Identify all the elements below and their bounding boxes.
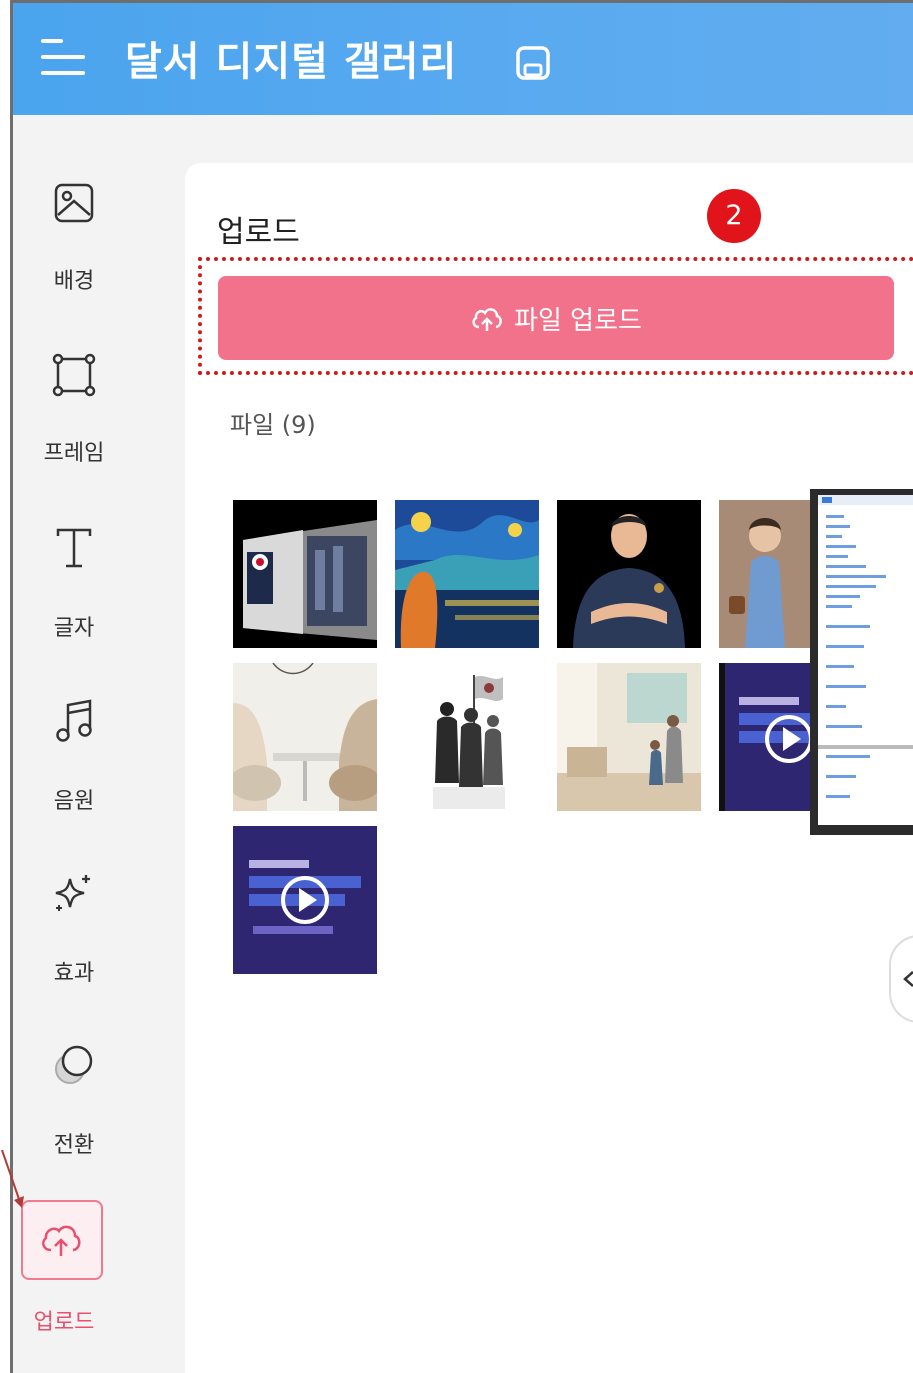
file-thumbnail[interactable] — [233, 500, 377, 648]
step-badge: 2 — [707, 189, 761, 243]
people-at-table-image — [233, 663, 377, 811]
app-header: 달서 디지털 갤러리 — [13, 3, 913, 115]
frame-icon — [52, 353, 96, 397]
family-room-image — [557, 663, 701, 811]
sidebar-item-text[interactable]: 글자 — [13, 520, 135, 641]
sidebar-item-label: 배경 — [53, 269, 95, 294]
window-preview — [810, 489, 913, 835]
collapse-panel-button[interactable] — [889, 935, 913, 1023]
video-thumbnail[interactable] — [719, 663, 811, 811]
purple-video-image — [233, 826, 377, 974]
sidebar: 배경 프레임 글자 음원 효과 전환 업로드 — [13, 115, 135, 1373]
sidebar-item-label: 업로드 — [33, 1310, 95, 1335]
save-icon[interactable] — [513, 43, 553, 83]
purple-video-image — [719, 663, 811, 811]
file-thumbnail[interactable] — [395, 663, 539, 811]
sidebar-item-music[interactable]: 음원 — [13, 693, 135, 814]
panel-gutter — [135, 115, 185, 1373]
man-portrait-image — [557, 500, 701, 648]
file-thumbnail[interactable] — [557, 663, 701, 811]
sidebar-item-effect[interactable]: 효과 — [13, 865, 135, 986]
starry-night-image — [395, 500, 539, 648]
annotation-arrow — [1, 1150, 24, 1208]
soldier-silhouettes-image — [395, 663, 539, 811]
file-count: 파일 (9) — [230, 411, 316, 439]
file-list-image — [818, 495, 913, 825]
text-icon — [56, 528, 92, 568]
music-icon — [56, 699, 92, 742]
sparkle-icon — [55, 875, 90, 911]
sidebar-item-upload[interactable]: 업로드 — [13, 1200, 135, 1350]
app-window: 달서 디지털 갤러리 배경 프레임 글자 음원 효과 전환 업로드 업로드 2 … — [10, 0, 913, 1373]
menu-icon[interactable] — [41, 37, 85, 77]
image-icon — [54, 183, 94, 223]
sidebar-item-background[interactable]: 배경 — [13, 175, 135, 295]
app-title: 달서 디지털 갤러리 — [125, 39, 458, 85]
file-upload-button[interactable]: 파일 업로드 — [218, 276, 894, 360]
sidebar-item-label: 프레임 — [43, 441, 105, 466]
panel-title: 업로드 — [217, 215, 300, 250]
sidebar-item-label: 음원 — [53, 789, 95, 814]
sidebar-item-label: 효과 — [53, 961, 95, 986]
cloud-upload-icon — [42, 1225, 81, 1256]
sidebar-item-frame[interactable]: 프레임 — [13, 347, 135, 467]
cloud-upload-icon — [472, 308, 502, 331]
video-thumbnail[interactable] — [233, 826, 377, 974]
child-portrait-image — [719, 500, 811, 648]
sidebar-item-transition[interactable]: 전환 — [13, 1037, 135, 1158]
file-thumbnail[interactable] — [395, 500, 539, 648]
transition-icon — [55, 1045, 93, 1084]
upload-panel: 업로드 2 파일 업로드 파일 (9) — [185, 163, 913, 1373]
file-thumbnail[interactable] — [557, 500, 701, 648]
file-explorer-preview — [818, 495, 913, 825]
chevron-left-icon — [903, 971, 913, 987]
sidebar-item-label: 전환 — [53, 1133, 95, 1158]
sidebar-item-label: 글자 — [53, 616, 95, 641]
file-upload-label: 파일 업로드 — [514, 305, 642, 336]
file-thumbnail[interactable] — [233, 663, 377, 811]
file-thumbnail[interactable] — [719, 500, 811, 648]
building-image — [233, 500, 377, 648]
